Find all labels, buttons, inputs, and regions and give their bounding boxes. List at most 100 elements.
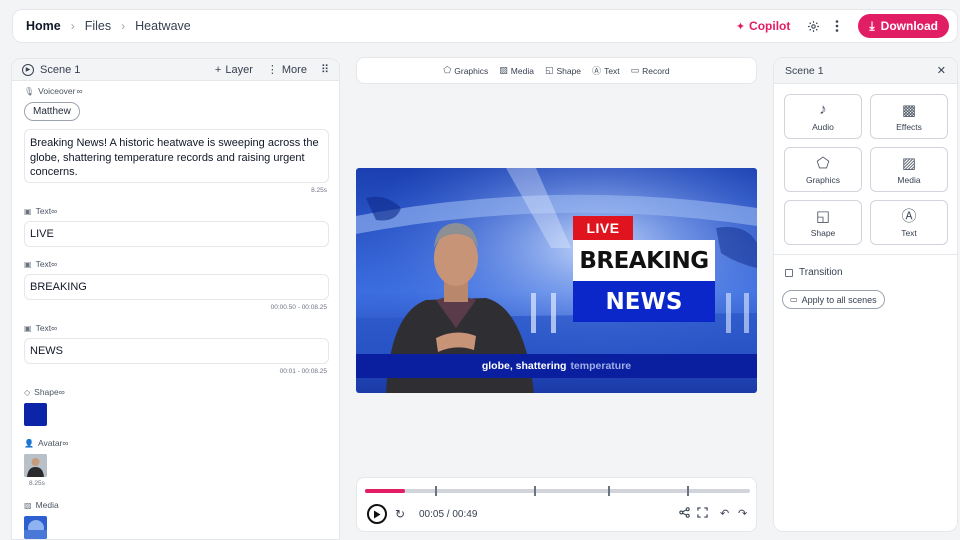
record-tool-button[interactable]: ▭ Record: [631, 65, 670, 76]
shape-tile[interactable]: ◱ Shape: [784, 200, 862, 245]
text-tool-button[interactable]: Ⓐ Text: [592, 64, 620, 77]
news-overlay-text[interactable]: NEWS: [573, 281, 715, 322]
close-icon[interactable]: ✕: [937, 64, 946, 77]
video-preview[interactable]: LIVE BREAKING NEWS globe, shattering tem…: [356, 168, 757, 393]
properties-title: Scene 1: [785, 64, 824, 77]
add-layer-label: Layer: [225, 63, 253, 76]
undo-button[interactable]: ↶: [720, 507, 729, 520]
transition-checkbox[interactable]: [785, 268, 793, 277]
divider: [774, 254, 957, 255]
time-display: 00:05 / 00:49: [419, 509, 478, 520]
top-bar: Home › Files › Heatwave ✦ Copilot ⤓ Down…: [12, 9, 958, 43]
replay-button[interactable]: ↻: [395, 507, 405, 521]
timeline-scrubber[interactable]: [365, 486, 750, 496]
voice-selector[interactable]: Matthew: [24, 102, 80, 121]
graphics-tool-label: Graphics: [454, 65, 489, 76]
sparkle-icon: ✦: [735, 20, 746, 33]
live-overlay-text[interactable]: LIVE: [573, 216, 633, 240]
record-tool-label: Record: [642, 65, 670, 76]
text-tool-label: Text: [604, 65, 620, 76]
play-circle-icon[interactable]: ▶: [22, 63, 34, 76]
redo-button[interactable]: ↷: [738, 507, 747, 520]
canvas-toolbar: ⬠ Graphics ▨ Media ◱ Shape Ⓐ Text ▭ Record: [356, 57, 757, 84]
shape-tool-label: Shape: [556, 65, 582, 76]
avatar-layer-label: 👤 Avatar ∞: [24, 438, 68, 448]
media-tool-label: Media: [510, 65, 534, 76]
music-note-icon: ♪: [819, 101, 827, 118]
breadcrumb-home[interactable]: Home: [26, 19, 61, 33]
share-button[interactable]: [679, 507, 690, 521]
text-layer-input-live[interactable]: LIVE: [24, 221, 329, 247]
transition-toggle[interactable]: Transition: [785, 267, 843, 278]
link-icon: ∞: [58, 387, 65, 397]
media-tile-label: Media: [897, 175, 921, 185]
shape-tile-label: Shape: [810, 228, 836, 238]
copilot-button[interactable]: ✦ Copilot: [736, 19, 791, 33]
voiceover-label-text: Voiceover: [38, 86, 76, 96]
audio-tile-label: Audio: [812, 122, 834, 132]
scene-marker[interactable]: [435, 486, 437, 496]
text-layer-timing: 00:00.50 - 00:08.25: [270, 304, 327, 311]
download-label: Download: [880, 19, 938, 33]
apply-icon: ▭: [790, 295, 798, 304]
text-box-icon: ▣: [24, 323, 32, 333]
voiceover-script-input[interactable]: Breaking News! A historic heatwave is sw…: [24, 129, 329, 183]
plus-icon: +: [214, 63, 222, 76]
add-layer-button[interactable]: + Layer: [215, 64, 253, 76]
breadcrumb-files[interactable]: Files: [85, 19, 111, 33]
copilot-label: Copilot: [749, 19, 791, 33]
media-thumbnail[interactable]: [24, 516, 47, 539]
text-tile[interactable]: Ⓐ Text: [870, 200, 948, 245]
scene-properties-panel: Scene 1 ✕ ♪ Audio ▩ Effects ⬠ Graphics ▨ Med…: [773, 57, 958, 532]
text-layer-label-text: Text: [35, 323, 52, 333]
drag-handle-icon[interactable]: ⠿: [321, 63, 329, 76]
text-layer-input-news[interactable]: NEWS: [24, 338, 329, 364]
settings-button[interactable]: [804, 17, 822, 35]
caption-bar: globe, shattering temperature: [356, 354, 757, 378]
media-label-text: Media: [35, 500, 59, 510]
redo-icon: ↷: [738, 508, 748, 520]
audio-tile[interactable]: ♪ Audio: [784, 94, 862, 139]
scene-layers-panel: ▶ Scene 1 + Layer ⋮ More ⠿ 🎙 Voiceover ∞ Mat…: [11, 58, 340, 540]
shape-color-swatch[interactable]: [24, 403, 47, 426]
link-icon: ∞: [51, 323, 58, 333]
text-box-icon: ▣: [24, 206, 32, 216]
shape-label-text: Shape: [34, 387, 59, 397]
text-box-icon: ▣: [24, 259, 32, 269]
graphics-tool-button[interactable]: ⬠ Graphics: [443, 65, 488, 76]
avatar-duration: 8.25s: [29, 480, 45, 487]
link-icon: ∞: [76, 86, 83, 96]
graphics-icon: ⬠: [816, 154, 830, 172]
text-icon: Ⓐ: [901, 208, 917, 225]
share-icon: [679, 507, 690, 518]
breadcrumb-chevron-icon: ›: [121, 19, 126, 33]
more-button[interactable]: ⋮ More: [267, 63, 307, 77]
effects-tile-label: Effects: [896, 122, 922, 132]
media-tile[interactable]: ▨ Media: [870, 147, 948, 192]
text-layer-input-breaking[interactable]: BREAKING: [24, 274, 329, 300]
timeline-progress: [365, 489, 406, 493]
play-button[interactable]: [367, 504, 387, 524]
apply-to-all-scenes-button[interactable]: ▭ Apply to all scenes: [782, 290, 885, 309]
download-button[interactable]: ⤓ Download: [858, 14, 949, 38]
graphics-tile[interactable]: ⬠ Graphics: [784, 147, 862, 192]
scene-marker[interactable]: [687, 486, 689, 496]
playback-controls: ↻ 00:05 / 00:49 ↶ ↷: [356, 477, 757, 532]
avatar-thumbnail[interactable]: [24, 454, 47, 477]
shape-icon: ◇: [24, 387, 31, 397]
microphone-icon: 🎙: [24, 86, 35, 96]
more-options-button[interactable]: [828, 17, 846, 35]
scene-marker[interactable]: [608, 486, 610, 496]
fullscreen-button[interactable]: [697, 507, 708, 521]
media-tool-button[interactable]: ▨ Media: [499, 65, 534, 76]
scene-marker[interactable]: [534, 486, 536, 496]
caption-upcoming-text: temperature: [570, 360, 632, 372]
shape-tool-button[interactable]: ◱ Shape: [545, 65, 581, 76]
apply-label: Apply to all scenes: [801, 294, 877, 305]
gear-icon: [807, 20, 819, 32]
breadcrumb-current: Heatwave: [135, 19, 191, 33]
effects-tile[interactable]: ▩ Effects: [870, 94, 948, 139]
breaking-overlay-text[interactable]: BREAKING: [573, 240, 715, 281]
image-icon: ▨: [901, 154, 917, 172]
scene-title: Scene 1: [40, 63, 81, 76]
